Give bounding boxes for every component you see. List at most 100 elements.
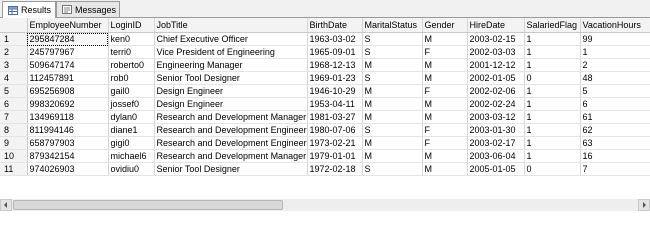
grid-cell[interactable]: ken0 xyxy=(108,32,155,46)
scrollbar-thumb[interactable] xyxy=(13,200,283,210)
grid-cell[interactable]: 974026903 xyxy=(27,162,109,176)
grid-cell[interactable]: gigi0 xyxy=(108,136,155,150)
table-row[interactable]: 6 998320692 jossef0 Design Engineer 1953-04-… xyxy=(0,97,650,111)
table-row[interactable]: 1 295847284 ken0 Chief Executive Officer 196… xyxy=(0,32,650,46)
grid-cell[interactable]: 2002-01-05 xyxy=(467,71,525,85)
row-number-cell[interactable]: 4 xyxy=(0,71,28,85)
table-row[interactable]: 5 695256908 gail0 Design Engineer 1946-10-29… xyxy=(0,84,650,98)
table-row[interactable]: 8 811994146 diane1 Research and Development… xyxy=(0,123,650,137)
grid-cell[interactable]: ovidiu0 xyxy=(108,162,155,176)
grid-cell[interactable]: 658797903 xyxy=(27,136,109,150)
grid-cell[interactable]: M xyxy=(422,110,468,124)
grid-cell[interactable]: M xyxy=(422,162,468,176)
grid-cell[interactable]: 2 xyxy=(580,58,650,72)
grid-cell[interactable]: 295847284 xyxy=(27,32,109,46)
column-header[interactable]: MaritalStatus xyxy=(362,18,423,33)
grid-cell[interactable]: Research and Development Manager xyxy=(154,149,308,163)
grid-cell[interactable]: 112457891 xyxy=(27,71,109,85)
grid-cell[interactable]: 2002-02-06 xyxy=(467,84,525,98)
grid-cell[interactable]: jossef0 xyxy=(108,97,155,111)
grid-cell[interactable]: 62 xyxy=(580,123,650,137)
grid-cell[interactable]: 2001-12-12 xyxy=(467,58,525,72)
grid-cell[interactable]: 1946-10-29 xyxy=(307,84,363,98)
column-header[interactable]: BirthDate xyxy=(307,18,363,33)
grid-cell[interactable]: S xyxy=(362,32,423,46)
grid-cell[interactable]: 2003-01-30 xyxy=(467,123,525,137)
grid-cell[interactable]: 1979-01-01 xyxy=(307,149,363,163)
grid-cell[interactable]: 63 xyxy=(580,136,650,150)
grid-cell[interactable]: 6 xyxy=(580,97,650,111)
table-row[interactable]: 3 509647174 roberto0 Engineering Manager 196… xyxy=(0,58,650,72)
grid-cell[interactable]: M xyxy=(362,84,423,98)
table-row[interactable]: 2 245797967 terri0 Vice President of Engine… xyxy=(0,45,650,59)
grid-cell[interactable]: 99 xyxy=(580,32,650,46)
table-row[interactable]: 10 879342154 michael6 Research and Developm… xyxy=(0,149,650,163)
row-number-cell[interactable]: 10 xyxy=(0,149,28,163)
row-number-cell[interactable]: 5 xyxy=(0,84,28,98)
grid-cell[interactable]: 811994146 xyxy=(27,123,109,137)
row-number-cell[interactable]: 9 xyxy=(0,136,28,150)
table-row[interactable]: 9 658797903 gigi0 Research and Development … xyxy=(0,136,650,150)
grid-cell[interactable]: M xyxy=(422,149,468,163)
column-header[interactable]: LoginID xyxy=(108,18,155,33)
grid-cell[interactable]: diane1 xyxy=(108,123,155,137)
grid-cell[interactable]: F xyxy=(422,84,468,98)
grid-cell[interactable]: 1 xyxy=(524,110,581,124)
grid-cell[interactable]: M xyxy=(422,71,468,85)
scroll-right-button[interactable] xyxy=(638,199,650,211)
row-number-cell[interactable]: 3 xyxy=(0,58,28,72)
grid-cell[interactable]: M xyxy=(362,110,423,124)
grid-cell[interactable]: 0 xyxy=(524,71,581,85)
grid-cell[interactable]: 695256908 xyxy=(27,84,109,98)
column-header[interactable]: JobTitle xyxy=(154,18,308,33)
grid-cell[interactable]: M xyxy=(422,97,468,111)
grid-cell[interactable]: 48 xyxy=(580,71,650,85)
grid-cell[interactable]: 1969-01-23 xyxy=(307,71,363,85)
table-row[interactable]: 11 974026903 ovidiu0 Senior Tool Designer 19… xyxy=(0,162,650,176)
grid-cell[interactable]: 1 xyxy=(524,32,581,46)
grid-cell[interactable]: 1981-03-27 xyxy=(307,110,363,124)
row-number-cell[interactable]: 11 xyxy=(0,162,28,176)
grid-cell[interactable]: F xyxy=(422,45,468,59)
grid-cell[interactable]: 1965-09-01 xyxy=(307,45,363,59)
horizontal-scrollbar[interactable] xyxy=(0,199,650,211)
grid-cell[interactable]: 245797967 xyxy=(27,45,109,59)
grid-cell[interactable]: 16 xyxy=(580,149,650,163)
grid-cell[interactable]: 1 xyxy=(524,58,581,72)
grid-cell[interactable]: S xyxy=(362,162,423,176)
grid-cell[interactable]: S xyxy=(362,45,423,59)
grid-cell[interactable]: Design Engineer xyxy=(154,84,308,98)
column-header[interactable]: VacationHours xyxy=(580,18,650,33)
grid-cell[interactable]: 5 xyxy=(580,84,650,98)
row-number-header[interactable] xyxy=(0,18,28,33)
grid-cell[interactable]: 1 xyxy=(524,136,581,150)
grid-cell[interactable]: 2003-06-04 xyxy=(467,149,525,163)
grid-cell[interactable]: S xyxy=(362,71,423,85)
grid-cell[interactable]: 2002-03-03 xyxy=(467,45,525,59)
grid-cell[interactable]: 2003-02-15 xyxy=(467,32,525,46)
grid-cell[interactable]: 1 xyxy=(524,45,581,59)
column-header[interactable]: SalariedFlag xyxy=(524,18,581,33)
grid-cell[interactable]: 61 xyxy=(580,110,650,124)
column-header[interactable]: Gender xyxy=(422,18,468,33)
grid-cell[interactable]: 0 xyxy=(524,162,581,176)
grid-cell[interactable]: M xyxy=(362,58,423,72)
scroll-left-button[interactable] xyxy=(0,199,12,211)
row-number-cell[interactable]: 8 xyxy=(0,123,28,137)
grid-cell[interactable]: 879342154 xyxy=(27,149,109,163)
tab-messages[interactable]: Messages xyxy=(56,1,120,17)
grid-cell[interactable]: 134969118 xyxy=(27,110,109,124)
grid-cell[interactable]: Senior Tool Designer xyxy=(154,162,308,176)
grid-cell[interactable]: 1963-03-02 xyxy=(307,32,363,46)
grid-cell[interactable]: 2005-01-05 xyxy=(467,162,525,176)
grid-cell[interactable]: dylan0 xyxy=(108,110,155,124)
results-grid[interactable]: EmployeeNumber LoginID JobTitle BirthDat… xyxy=(0,18,650,199)
grid-cell[interactable]: 2003-03-12 xyxy=(467,110,525,124)
grid-cell[interactable]: Engineering Manager xyxy=(154,58,308,72)
grid-cell[interactable]: F xyxy=(422,123,468,137)
grid-cell[interactable]: 1 xyxy=(524,84,581,98)
grid-cell[interactable]: Senior Tool Designer xyxy=(154,71,308,85)
table-row[interactable]: 4 112457891 rob0 Senior Tool Designer 1969-0… xyxy=(0,71,650,85)
grid-cell[interactable]: 1980-07-06 xyxy=(307,123,363,137)
grid-cell[interactable]: M xyxy=(362,97,423,111)
